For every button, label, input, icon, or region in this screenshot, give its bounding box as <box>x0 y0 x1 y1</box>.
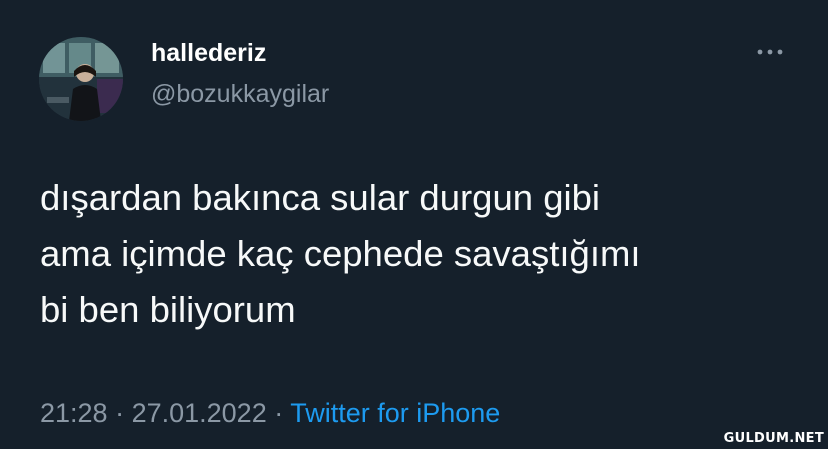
tweet-text-line: dışardan bakınca sular durgun gibi <box>40 177 601 218</box>
tweet-source-link[interactable]: Twitter for iPhone <box>290 398 500 428</box>
tweet-metadata: 21:28 · 27.01.2022 · Twitter for iPhone <box>40 396 500 430</box>
tweet-text: dışardan bakınca sular durgun gibi ama i… <box>40 170 800 338</box>
separator-dot: · <box>107 398 132 428</box>
tweet-card: hallederiz @bozukkaygilar dışardan bakın… <box>0 0 828 449</box>
profile-photo-icon <box>39 37 123 121</box>
user-handle[interactable]: @bozukkaygilar <box>151 79 329 109</box>
tweet-text-line: ama içimde kaç cephede savaştığımı <box>40 233 641 274</box>
separator-dot: · <box>266 398 291 428</box>
tweet-date[interactable]: 27.01.2022 <box>132 398 267 428</box>
display-name[interactable]: hallederiz <box>151 38 266 68</box>
tweet-time[interactable]: 21:28 <box>40 398 108 428</box>
avatar[interactable] <box>39 37 123 121</box>
watermark: GULDUM.NET <box>723 431 824 446</box>
tweet-text-line: bi ben biliyorum <box>40 289 296 330</box>
more-options-icon[interactable] <box>750 40 790 64</box>
